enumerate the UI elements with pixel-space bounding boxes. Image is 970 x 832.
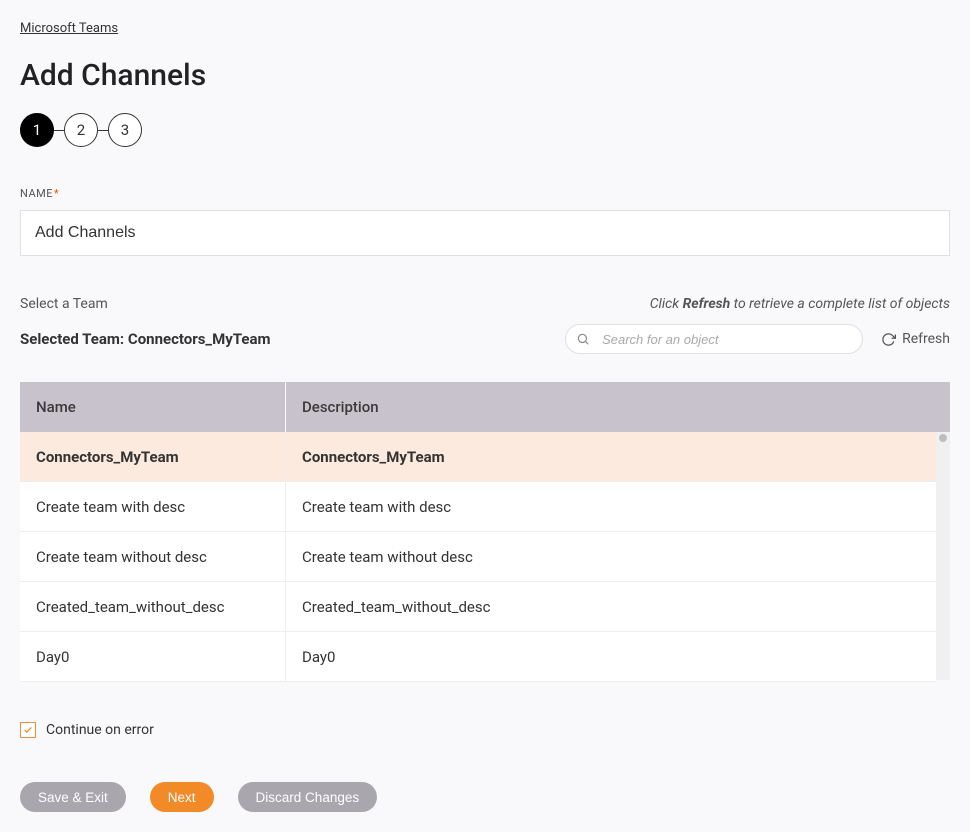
save-exit-button[interactable]: Save & Exit [20, 782, 126, 812]
table-row[interactable]: Create team without descCreate team with… [20, 532, 936, 582]
scrollbar-thumb[interactable] [939, 434, 947, 442]
name-field-label: NAME* [20, 187, 950, 200]
table-row[interactable]: Connectors_MyTeamConnectors_MyTeam [20, 432, 936, 482]
scrollbar-track[interactable] [936, 432, 950, 680]
cell-description: Create team with desc [286, 482, 936, 531]
required-mark: * [54, 187, 59, 200]
refresh-hint: Click Refresh to retrieve a complete lis… [650, 296, 950, 312]
continue-on-error-label: Continue on error [46, 722, 154, 738]
select-team-label: Select a Team [20, 296, 108, 312]
table-row[interactable]: Created_team_without_descCreated_team_wi… [20, 582, 936, 632]
table-header: Name Description [20, 382, 950, 432]
step-2[interactable]: 2 [64, 113, 98, 147]
teams-table: Name Description Connectors_MyTeamConnec… [20, 382, 950, 682]
table-row[interactable]: Day0Day0 [20, 632, 936, 682]
selected-team-label: Selected Team: Connectors_MyTeam [20, 330, 271, 348]
refresh-label: Refresh [902, 331, 950, 347]
next-button[interactable]: Next [150, 782, 214, 812]
step-connector [54, 130, 64, 131]
cell-name: Create team with desc [20, 482, 286, 531]
wizard-steps: 1 2 3 [20, 113, 950, 147]
search-input[interactable] [565, 324, 863, 354]
cell-name: Connectors_MyTeam [20, 432, 286, 481]
cell-description: Create team without desc [286, 532, 936, 581]
search-icon [576, 332, 590, 346]
col-header-name[interactable]: Name [20, 382, 286, 432]
step-1[interactable]: 1 [20, 113, 54, 147]
cell-description: Connectors_MyTeam [286, 432, 936, 481]
step-connector [98, 130, 108, 131]
cell-name: Day0 [20, 632, 286, 681]
step-3[interactable]: 3 [108, 113, 142, 147]
search-box [565, 324, 863, 354]
col-header-description[interactable]: Description [286, 382, 950, 432]
continue-on-error-checkbox[interactable] [20, 722, 36, 738]
table-row[interactable]: Create team with descCreate team with de… [20, 482, 936, 532]
page-title: Add Channels [20, 58, 950, 93]
cell-description: Day0 [286, 632, 936, 681]
name-input[interactable] [20, 210, 950, 256]
breadcrumb-link[interactable]: Microsoft Teams [20, 21, 118, 38]
refresh-icon [881, 332, 896, 347]
discard-button[interactable]: Discard Changes [238, 782, 378, 812]
cell-name: Created_team_without_desc [20, 582, 286, 631]
cell-description: Created_team_without_desc [286, 582, 936, 631]
cell-name: Create team without desc [20, 532, 286, 581]
refresh-button[interactable]: Refresh [881, 331, 950, 347]
